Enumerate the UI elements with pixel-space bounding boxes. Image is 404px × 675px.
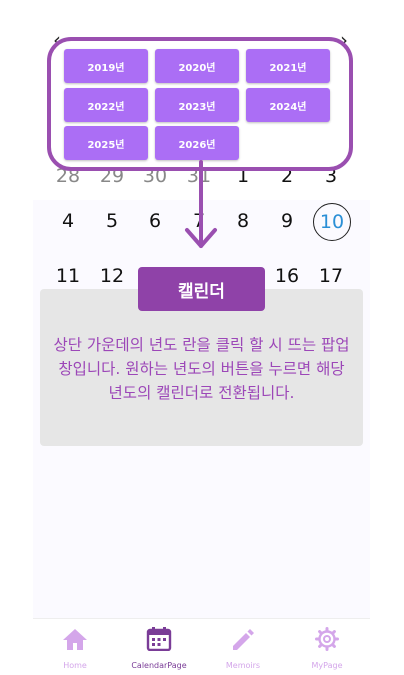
pencil-icon <box>233 629 254 650</box>
year-button-2023[interactable]: 2023년 <box>155 88 239 122</box>
overlay-description-text: 상단 가운데의 년도 란을 클릭 할 시 뜨는 팝업 창입니다. 원하는 년도의… <box>53 336 350 402</box>
nav-item-home[interactable]: Home <box>33 619 117 675</box>
calendar-day-today[interactable]: 10 <box>313 203 351 241</box>
gear-icon <box>315 627 339 651</box>
home-icon <box>63 629 87 650</box>
nav-label-mypage: MyPage <box>311 661 343 670</box>
calendar-icon <box>146 627 172 651</box>
year-button-2021[interactable]: 2021년 <box>246 49 330 83</box>
year-button-2025[interactable]: 2025년 <box>64 126 148 160</box>
tutorial-arrow-icon <box>185 160 217 248</box>
nav-item-memoirs[interactable]: Memoirs <box>201 619 285 675</box>
nav-label-home: Home <box>63 661 87 670</box>
calendar-day[interactable]: 8 <box>225 203 261 239</box>
year-button-2020[interactable]: 2020년 <box>155 49 239 83</box>
calendar-day[interactable]: 5 <box>94 203 130 239</box>
year-button-2019[interactable]: 2019년 <box>64 49 148 83</box>
nav-label-calendar: CalendarPage <box>131 661 187 670</box>
year-select-popup: 2019년 2020년 2021년 2022년 2023년 2024년 2025… <box>47 37 353 171</box>
year-button-2024[interactable]: 2024년 <box>246 88 330 122</box>
calendar-day[interactable]: 6 <box>137 203 173 239</box>
nav-label-memoirs: Memoirs <box>225 661 261 670</box>
calendar-day[interactable]: 4 <box>50 203 86 239</box>
nav-item-mypage[interactable]: MyPage <box>285 619 369 675</box>
bottom-navigation: Home CalendarPage Memoirs MyPage <box>33 618 370 675</box>
overlay-description-box: 상단 가운데의 년도 란을 클릭 할 시 뜨는 팝업 창입니다. 원하는 년도의… <box>40 289 363 446</box>
calendar-day[interactable]: 9 <box>269 203 305 239</box>
year-button-2022[interactable]: 2022년 <box>64 88 148 122</box>
year-button-2026[interactable]: 2026년 <box>155 126 239 160</box>
overlay-title-badge: 캘린더 <box>138 267 265 311</box>
nav-item-calendar[interactable]: CalendarPage <box>117 619 201 675</box>
